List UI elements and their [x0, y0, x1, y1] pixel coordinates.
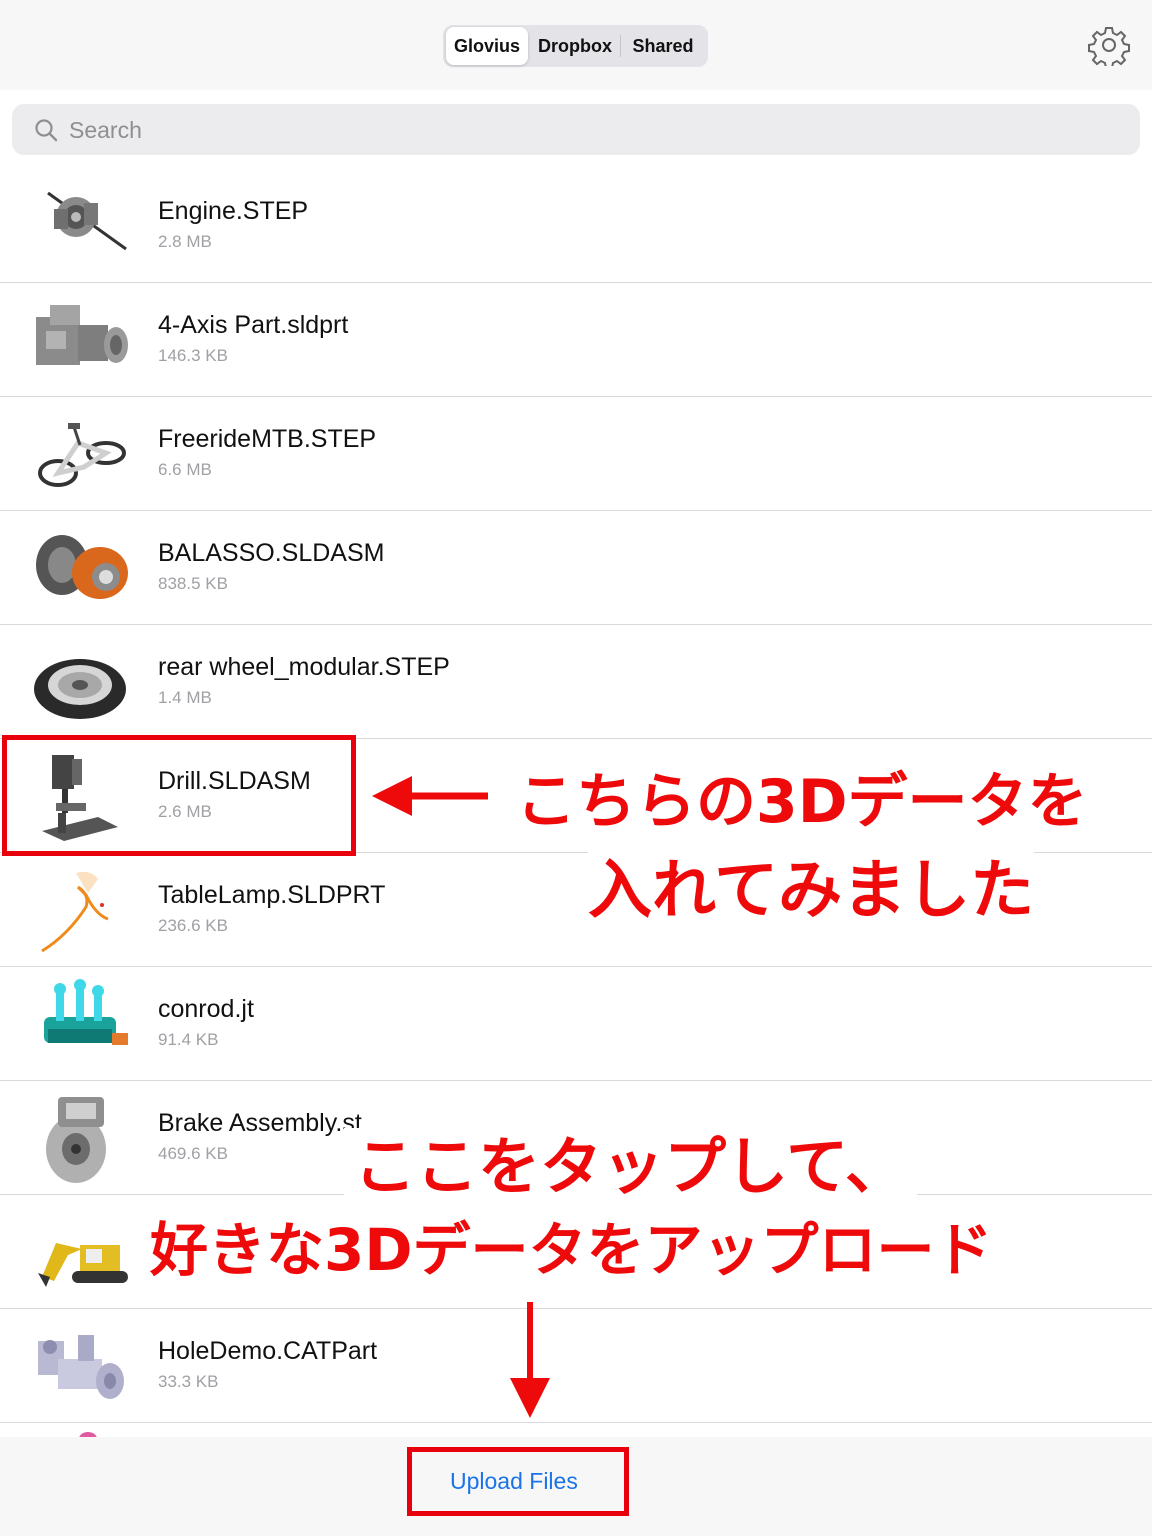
excavator-thumbnail [38, 1243, 128, 1287]
file-name: 4-Axis Part.sldprt [158, 311, 349, 339]
file-size: 91.4 KB [158, 1030, 219, 1049]
file-name: Engine.STEP [158, 197, 309, 225]
top-bar: Glovius Dropbox Shared [0, 0, 1152, 90]
bike-thumbnail [38, 423, 126, 487]
file-name: conrod.jt [158, 995, 254, 1023]
file-row[interactable]: conrod.jt 91.4 KB [0, 967, 1152, 1081]
conrod-thumbnail [44, 979, 128, 1045]
file-size: 146.3 KB [158, 346, 228, 365]
source-segmented-control: Glovius Dropbox Shared [443, 25, 708, 67]
upload-highlight-box [407, 1447, 629, 1516]
search-input[interactable] [67, 104, 1071, 157]
file-size: 33.3 KB [158, 1372, 219, 1391]
left-arrow-icon [372, 776, 488, 816]
file-size: 6.6 MB [158, 460, 212, 479]
gear-icon[interactable] [1088, 24, 1130, 66]
annotation-drill-line1: こちらの3Dデータを [516, 764, 1088, 840]
file-size: 236.6 KB [158, 916, 228, 935]
file-name: FreerideMTB.STEP [158, 425, 377, 453]
wheel-thumbnail [34, 659, 126, 719]
file-row[interactable]: BALASSO.SLDASM 838.5 KB [0, 511, 1152, 625]
tab-shared[interactable]: Shared [623, 27, 703, 65]
file-name: HoleDemo.CATPart [158, 1337, 378, 1365]
annotation-upload-line2: 好きな3Dデータをアップロード [146, 1212, 997, 1288]
annotation-upload-line1: ここをタップして、 [344, 1128, 918, 1206]
annotation-drill-line2: 入れてみました [588, 852, 1035, 930]
tab-dropbox[interactable]: Dropbox [531, 27, 619, 65]
file-size: 2.8 MB [158, 232, 212, 251]
holedemo-thumbnail [38, 1335, 124, 1399]
file-row[interactable]: Engine.STEP 2.8 MB [0, 169, 1152, 283]
file-size: 469.6 KB [158, 1144, 228, 1163]
file-row[interactable]: rear wheel_modular.STEP 1.4 MB [0, 625, 1152, 739]
file-size: 1.4 MB [158, 688, 212, 707]
brake-thumbnail [46, 1097, 106, 1183]
file-name: BALASSO.SLDASM [158, 539, 385, 567]
search-icon [35, 119, 58, 142]
drill-highlight-box [2, 735, 356, 856]
file-size: 838.5 KB [158, 574, 228, 593]
file-row[interactable]: HoleDemo.CATPart 33.3 KB [0, 1309, 1152, 1423]
file-row[interactable]: 4-Axis Part.sldprt 146.3 KB [0, 283, 1152, 397]
tab-glovius[interactable]: Glovius [446, 27, 528, 65]
engine-thumbnail [47, 191, 127, 251]
file-row[interactable]: FreerideMTB.STEP 6.6 MB [0, 397, 1152, 511]
turbo-thumbnail [36, 535, 128, 599]
lamp-thumbnail [41, 871, 109, 953]
file-name: Brake Assembly.st [158, 1109, 362, 1137]
segment-divider [620, 35, 621, 57]
down-arrow-icon [510, 1302, 550, 1418]
part-thumbnail [36, 305, 128, 365]
file-name: rear wheel_modular.STEP [158, 653, 450, 681]
search-bar [12, 104, 1140, 157]
file-name: TableLamp.SLDPRT [158, 881, 386, 909]
